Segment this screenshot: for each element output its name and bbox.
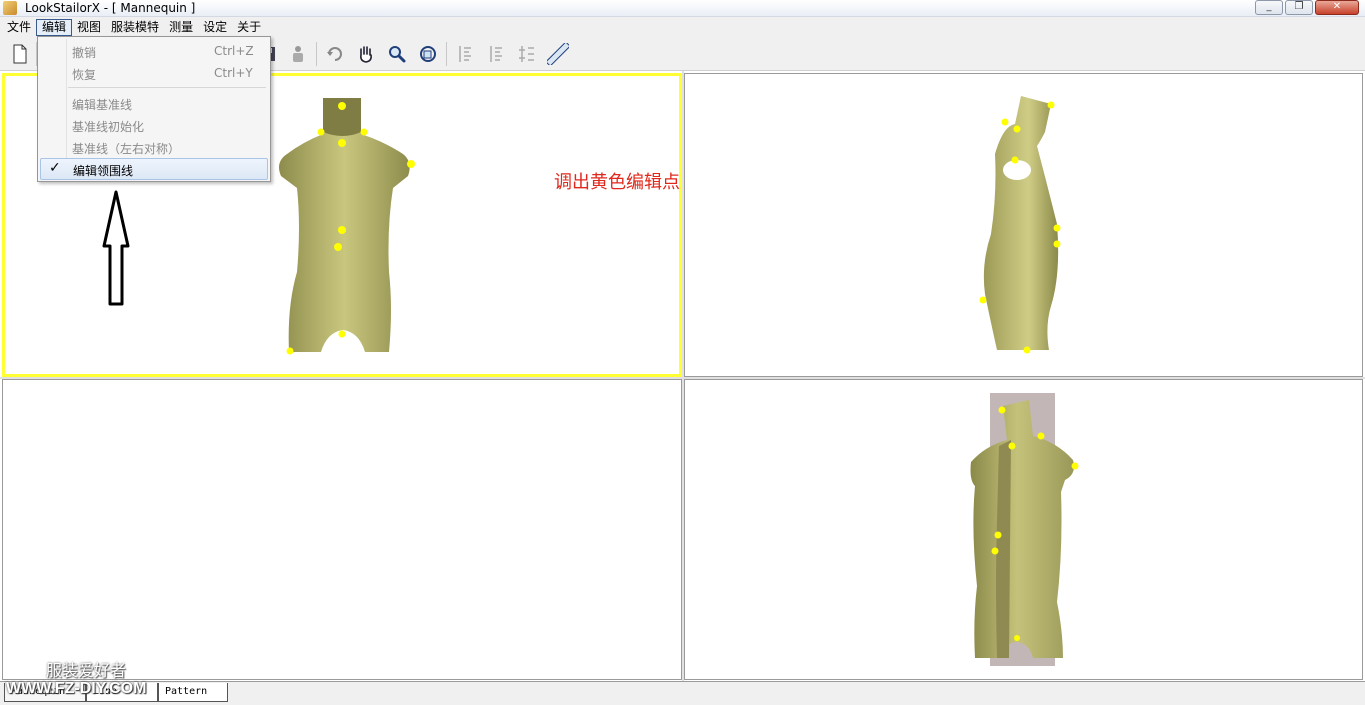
minimize-button[interactable]: _ <box>1255 0 1283 15</box>
mannequin-3d-view <box>970 393 1079 666</box>
viewport-divider-vertical[interactable] <box>682 71 684 681</box>
maximize-button[interactable]: ❐ <box>1285 0 1313 15</box>
new-file-icon[interactable] <box>8 42 32 66</box>
menu-about[interactable]: 关于 <box>232 18 266 36</box>
annotation-text: 调出黄色编辑点 <box>554 172 680 193</box>
align-center-icon[interactable] <box>484 42 508 66</box>
title-bar: LookStailorX - [ Mannequin ] _ ❐ ✕ <box>0 0 1365 17</box>
watermark-text: 服装爱好者 <box>46 661 127 680</box>
menu-item-baseline-init[interactable]: 基准线初始化 <box>40 115 268 135</box>
menu-file[interactable]: 文件 <box>2 18 36 36</box>
menu-measure[interactable]: 测量 <box>164 18 198 36</box>
menu-separator <box>68 87 266 88</box>
menu-item-redo[interactable]: 恢复 Ctrl+Y <box>40 63 268 83</box>
zoom-icon[interactable] <box>385 42 409 66</box>
align-right-icon[interactable] <box>515 42 539 66</box>
menu-item-baseline-symmetric[interactable]: 基准线（左右对称） <box>40 137 268 157</box>
rotate-icon[interactable] <box>323 42 347 66</box>
menu-settings[interactable]: 设定 <box>198 18 232 36</box>
menu-item-edit-baseline[interactable]: 编辑基准线 <box>40 93 268 113</box>
align-left-icon[interactable] <box>453 42 477 66</box>
ruler-icon[interactable] <box>546 42 570 66</box>
perspective-viewport[interactable] <box>684 379 1363 680</box>
window-title: LookStailorX - [ Mannequin ] <box>25 1 196 15</box>
edit-menu-dropdown: 撤销 Ctrl+Z 恢复 Ctrl+Y 编辑基准线 基准线初始化 基准线（左右对… <box>37 36 271 182</box>
check-icon: ✓ <box>49 160 61 176</box>
window-controls: _ ❐ ✕ <box>1255 0 1359 15</box>
close-button[interactable]: ✕ <box>1315 0 1359 15</box>
view-cube-icon[interactable] <box>416 42 440 66</box>
up-arrow-annotation <box>100 190 132 311</box>
mannequin-side-view <box>979 96 1061 354</box>
menu-item-undo[interactable]: 撤销 Ctrl+Z <box>40 41 268 61</box>
menu-edit[interactable]: 编辑 <box>36 18 73 36</box>
tab-pattern[interactable]: Pattern <box>158 683 228 702</box>
menu-item-edit-neckline[interactable]: ✓ 编辑领围线 <box>40 158 268 180</box>
pan-hand-icon[interactable] <box>354 42 378 66</box>
side-viewport[interactable] <box>684 73 1363 377</box>
app-icon <box>3 1 17 15</box>
bottom-tab-bar: Mannequin Line Pattern <box>0 681 1365 705</box>
menu-mannequin[interactable]: 服装模特 <box>106 18 164 36</box>
menu-view[interactable]: 视图 <box>72 18 106 36</box>
watermark-url: WWW.FZ-DIY.COM <box>6 680 147 697</box>
menu-bar: 文件 编辑 视图 服装模特 测量 设定 关于 <box>0 17 1365 37</box>
empty-viewport[interactable] <box>2 379 682 680</box>
model-icon[interactable] <box>286 42 310 66</box>
